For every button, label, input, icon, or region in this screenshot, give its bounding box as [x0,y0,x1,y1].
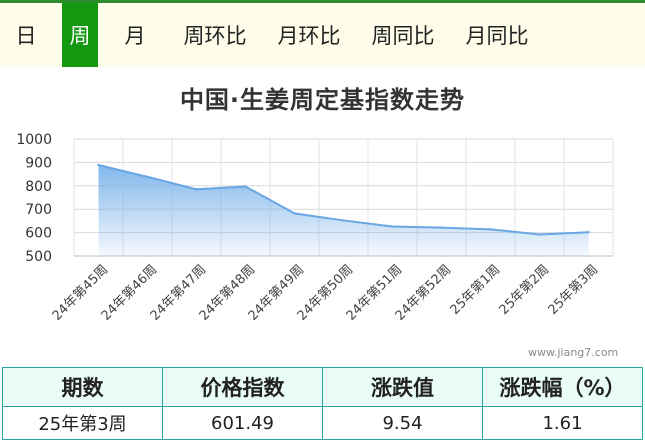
data-point [489,228,492,231]
y-tick-label: 900 [25,155,52,171]
tab-week[interactable]: 周 [62,3,98,67]
table-header-row: 期数 价格指数 涨跌值 涨跌幅（%） [2,367,643,407]
x-tick-label: 25年第1周 [448,262,504,318]
cell-period: 25年第3周 [2,406,163,440]
data-point [244,185,247,188]
header-price-index: 价格指数 [162,367,323,407]
tab-week-yoy[interactable]: 周同比 [356,3,450,67]
y-tick-label: 500 [25,249,52,265]
y-tick-label: 800 [25,179,52,195]
data-point [97,163,100,167]
cell-price-index: 601.49 [162,406,323,440]
tab-month[interactable]: 月 [106,3,164,67]
data-point [146,175,149,179]
x-tick-label: 25年第3周 [546,262,602,318]
summary-table: 期数 价格指数 涨跌值 涨跌幅（%） 25年第3周 601.49 9.54 1.… [2,367,643,440]
header-change-pct: 涨跌幅（%） [482,367,643,407]
y-tick-label: 700 [25,202,52,218]
watermark: www.jiang7.com [528,346,619,359]
header-change-value: 涨跌值 [322,367,483,407]
x-tick-label: 25年第2周 [497,262,553,318]
data-point [587,231,590,234]
data-point [440,226,443,229]
tab-week-mom[interactable]: 周环比 [168,3,262,67]
period-tabs: 日 周 月 周环比 月环比 周同比 月同比 [0,3,645,67]
header-period: 期数 [2,367,163,407]
cell-change-value: 9.54 [322,406,483,440]
tab-month-mom[interactable]: 月环比 [262,3,356,67]
y-tick-label: 1000 [16,132,52,148]
price-index-chart: 500600700800900100024年第45周24年第46周24年第47周… [16,132,614,324]
data-point [391,225,394,228]
chart-title: 中国·生姜周定基指数走势 [179,86,466,114]
y-tick-label: 600 [25,226,52,242]
data-point [342,219,345,222]
data-point [195,188,198,191]
tab-day[interactable]: 日 [0,3,58,67]
data-point [538,233,541,236]
data-point [293,212,296,215]
cell-change-pct: 1.61 [482,406,643,440]
tab-month-yoy[interactable]: 月同比 [450,3,544,67]
table-row: 25年第3周 601.49 9.54 1.61 [2,406,643,440]
